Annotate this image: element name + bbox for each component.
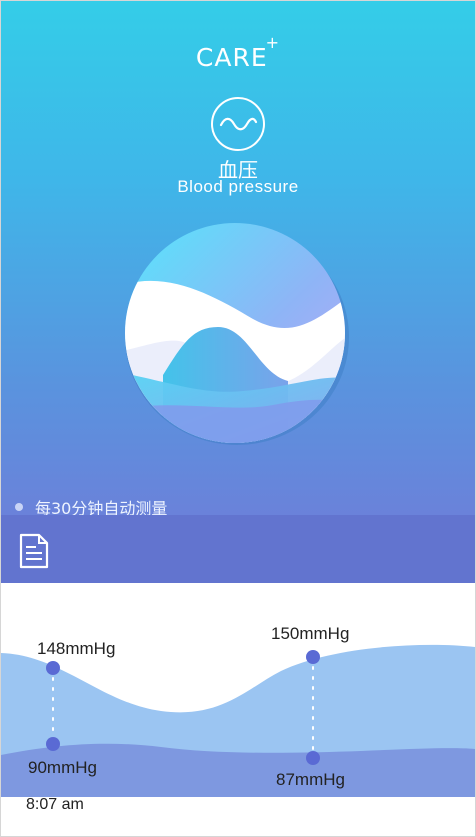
pressure-chart: 148mmHg 90mmHg 150mmHg 87mmHg bbox=[1, 624, 475, 797]
reading-2-diastolic-point[interactable] bbox=[306, 751, 320, 765]
reading-1-diastolic-point[interactable] bbox=[46, 737, 60, 751]
reading-2-systolic-point[interactable] bbox=[306, 650, 320, 664]
brand-plus: + bbox=[265, 33, 281, 52]
reading-1-diastolic-label: 90mmHg bbox=[28, 758, 97, 777]
brand-logo: CARE+ bbox=[1, 33, 475, 72]
document-icon[interactable] bbox=[19, 533, 49, 569]
bullet-dot bbox=[15, 503, 23, 511]
reading-1-systolic-label: 148mmHg bbox=[37, 639, 115, 658]
record-bar bbox=[1, 515, 475, 583]
reading-time: 8:07 am bbox=[26, 796, 84, 813]
reading-2-diastolic-label: 87mmHg bbox=[276, 770, 345, 789]
header-panel: CARE+ 血压 Blood pressure 每30分钟自动测量 bbox=[1, 1, 475, 518]
brand-name: CARE bbox=[195, 43, 268, 72]
reading-2-systolic-label: 150mmHg bbox=[271, 624, 349, 643]
reading-1-systolic-point[interactable] bbox=[46, 661, 60, 675]
metric-title-en: Blood pressure bbox=[177, 177, 299, 196]
wave-icon bbox=[211, 97, 265, 151]
pressure-orb bbox=[125, 223, 349, 445]
